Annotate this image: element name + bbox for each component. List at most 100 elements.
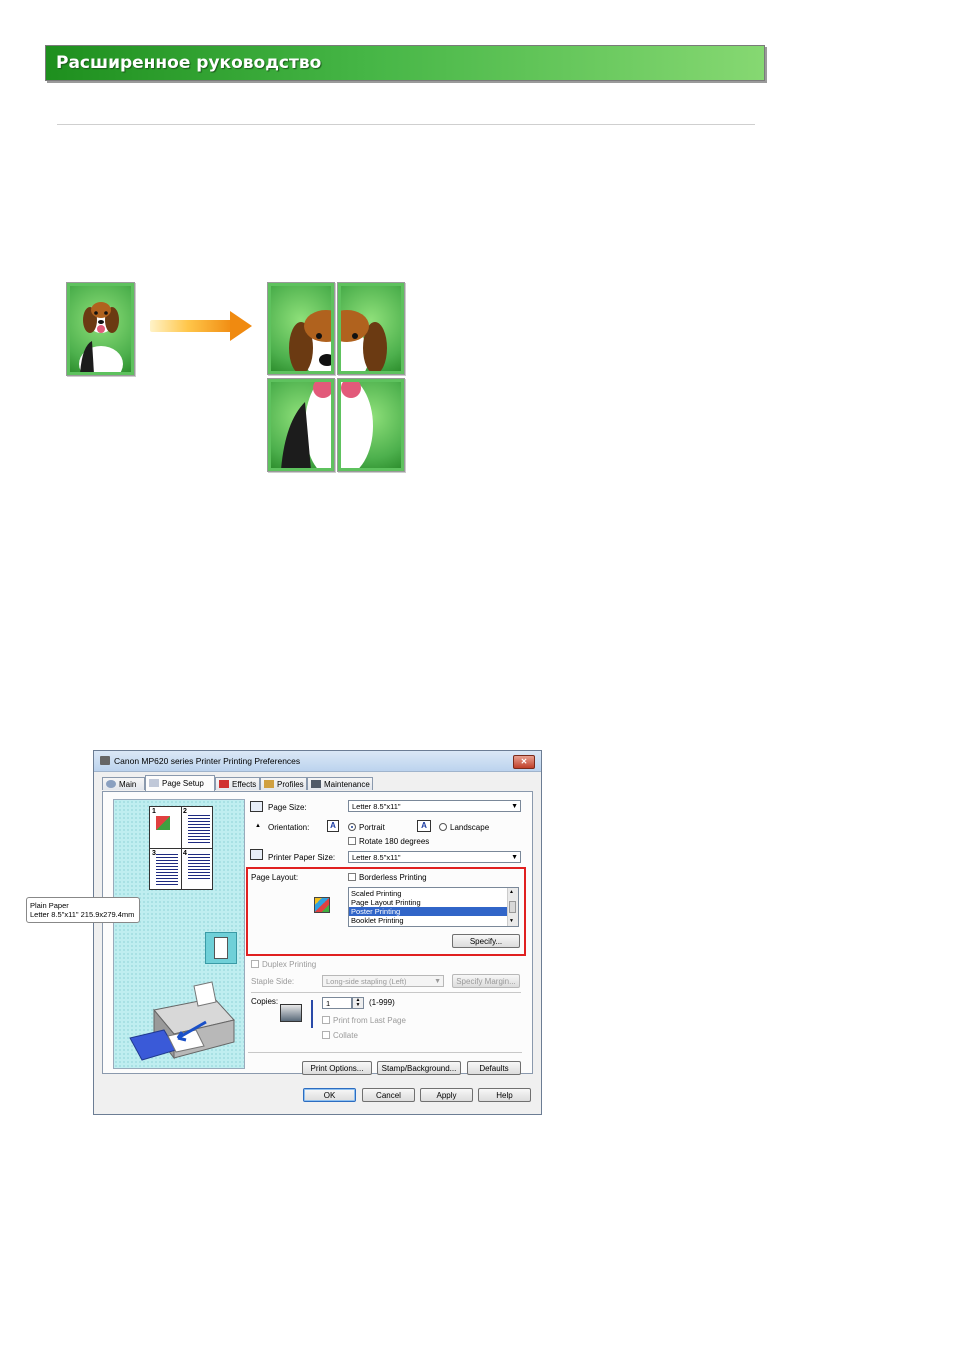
scroll-up-icon[interactable]: ▲ (509, 889, 514, 895)
preview-number-4: 4 (183, 850, 187, 857)
tab-profiles-label: Profiles (277, 780, 304, 789)
rotate-label[interactable]: Rotate 180 degrees (359, 837, 429, 846)
landscape-icon: A (417, 820, 431, 832)
duplex-label[interactable]: Duplex Printing (262, 960, 316, 969)
page-layout-list[interactable]: Scaled Printing Page Layout Printing Pos… (348, 887, 519, 927)
chevron-down-icon: ▼ (434, 978, 441, 985)
layout-preview: 1 2 3 4 (113, 799, 245, 1069)
copies-label: Copies: (251, 997, 279, 1006)
preview-text-lines (156, 854, 178, 886)
cancel-button[interactable]: Cancel (362, 1088, 415, 1102)
poster-piece-4 (337, 378, 405, 472)
staple-side-label: Staple Side: (251, 977, 295, 986)
print-from-last-label[interactable]: Print from Last Page (333, 1016, 406, 1025)
arrow-icon (150, 320, 234, 332)
poster-preview-sheet: 1 2 3 4 (149, 806, 213, 890)
poster-piece-3 (267, 378, 335, 472)
paper-orientation-icon (205, 932, 237, 964)
dog-piece-icon (341, 310, 387, 371)
tab-main[interactable]: Main (102, 777, 145, 790)
preview-text-lines (188, 854, 210, 880)
staple-side-select[interactable]: Long-side stapling (Left) ▼ (322, 975, 444, 987)
paper-info-box: Plain Paper Letter 8.5"x11" 215.9x279.4m… (26, 897, 140, 923)
dog-piece-icon (281, 382, 331, 468)
copies-stack-icon (280, 1004, 302, 1022)
maintenance-icon (311, 780, 321, 788)
collate-label[interactable]: Collate (333, 1031, 358, 1040)
page-header-banner: Расширенное руководство (45, 45, 765, 81)
dialog-titlebar[interactable]: Canon MP620 series Printer Printing Pref… (94, 751, 541, 772)
scroll-thumb[interactable] (509, 901, 516, 913)
chevron-down-icon: ▼ (511, 854, 518, 861)
layout-option-booklet[interactable]: Booklet Printing (349, 916, 509, 925)
poster-piece-2 (337, 282, 405, 375)
ok-button[interactable]: OK (303, 1088, 356, 1102)
apply-button[interactable]: Apply (420, 1088, 473, 1102)
tab-main-label: Main (119, 780, 137, 789)
printer-paper-size-label: Printer Paper Size: (268, 853, 336, 862)
paper-type-label: Plain Paper (30, 901, 69, 910)
bullet-icon: ▲ (255, 823, 261, 829)
page-size-icon (250, 801, 263, 812)
profiles-icon (264, 780, 274, 788)
list-scrollbar[interactable]: ▲ ▼ (507, 888, 518, 926)
poster-piece-1 (267, 282, 335, 375)
portrait-radio[interactable] (348, 823, 356, 831)
printer-paper-size-select[interactable]: Letter 8.5"x11" ▼ (348, 851, 521, 863)
landscape-label[interactable]: Landscape (450, 823, 489, 832)
copies-value: 1 (326, 999, 331, 1008)
landscape-radio[interactable] (439, 823, 447, 831)
copies-range: (1-999) (369, 998, 395, 1007)
duplex-checkbox[interactable] (251, 960, 259, 968)
preview-text-lines (188, 815, 210, 845)
copies-indicator (311, 1000, 313, 1028)
portrait-icon: A (327, 820, 339, 832)
borderless-checkbox[interactable] (348, 873, 356, 881)
portrait-label[interactable]: Portrait (359, 823, 385, 832)
orientation-label: Orientation: (268, 823, 310, 832)
page-layout-label: Page Layout: (251, 873, 299, 882)
dog-image-icon (79, 302, 123, 372)
chevron-down-icon: ▼ (511, 803, 518, 810)
dialog-title: Canon MP620 series Printer Printing Pref… (114, 756, 301, 766)
print-options-button[interactable]: Print Options... (302, 1061, 372, 1075)
tab-effects-label: Effects (232, 780, 257, 789)
page-setup-icon (149, 779, 159, 787)
copies-spinner[interactable]: ▲ ▼ (352, 997, 364, 1009)
layout-option-scaled[interactable]: Scaled Printing (349, 889, 509, 898)
main-icon (106, 780, 116, 788)
stamp-background-button[interactable]: Stamp/Background... (377, 1061, 461, 1075)
tab-profiles[interactable]: Profiles (260, 777, 307, 790)
tab-page-setup[interactable]: Page Setup (145, 775, 215, 791)
printer-paper-size-icon (250, 849, 263, 860)
specify-button[interactable]: Specify... (452, 934, 520, 948)
specify-margin-button[interactable]: Specify Margin... (452, 974, 520, 988)
page-size-value: Letter 8.5"x11" (352, 802, 401, 811)
close-button[interactable]: ✕ (513, 755, 535, 769)
scroll-down-icon[interactable]: ▼ (509, 918, 514, 924)
dog-piece-icon (289, 310, 331, 371)
copies-input[interactable]: 1 (322, 997, 352, 1009)
print-from-last-checkbox[interactable] (322, 1016, 330, 1024)
page-size-label: Page Size: (268, 803, 307, 812)
rotate-checkbox[interactable] (348, 837, 356, 845)
effects-icon (219, 780, 229, 788)
layout-option-poster[interactable]: Poster Printing (349, 907, 509, 916)
printer-paper-size-value: Letter 8.5"x11" (352, 853, 401, 862)
page-header-title: Расширенное руководство (56, 53, 322, 73)
staple-side-value: Long-side stapling (Left) (326, 977, 407, 986)
borderless-label[interactable]: Borderless Printing (359, 873, 427, 882)
tab-maintenance[interactable]: Maintenance (307, 777, 373, 790)
layout-option-page-layout[interactable]: Page Layout Printing (349, 898, 509, 907)
page-size-select[interactable]: Letter 8.5"x11" ▼ (348, 800, 521, 812)
tab-maintenance-label: Maintenance (324, 780, 370, 789)
tab-effects[interactable]: Effects (215, 777, 260, 790)
printer-illustration-icon (129, 981, 235, 1061)
collate-checkbox[interactable] (322, 1031, 330, 1039)
tab-page-setup-label: Page Setup (162, 779, 204, 788)
divider (248, 1052, 522, 1053)
help-button[interactable]: Help (478, 1088, 531, 1102)
header-divider (57, 124, 755, 125)
defaults-button[interactable]: Defaults (467, 1061, 521, 1075)
preview-number-2: 2 (183, 808, 187, 815)
